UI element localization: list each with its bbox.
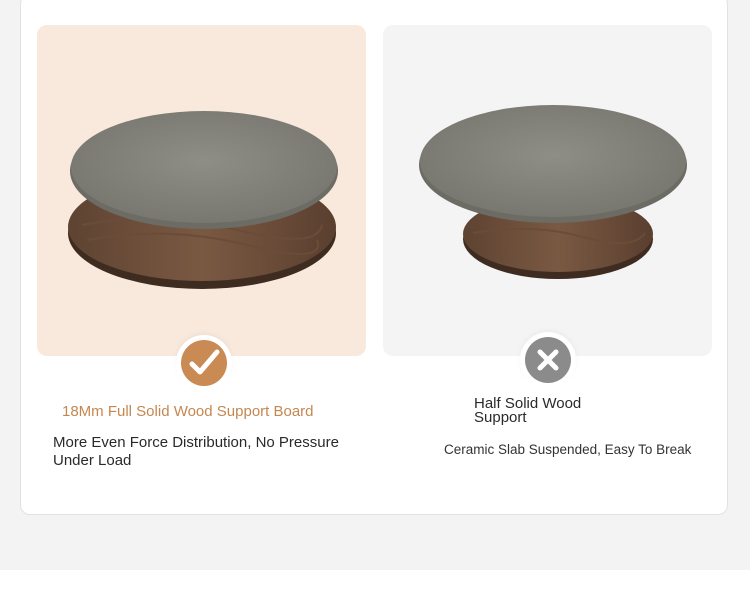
bad-badge	[520, 332, 576, 388]
full-support-description: More Even Force Distribution, No Pressur…	[53, 434, 339, 469]
full-support-title: 18Mm Full Solid Wood Support Board	[62, 403, 314, 420]
full-support-image	[37, 25, 366, 356]
x-icon	[537, 349, 559, 371]
good-badge	[176, 335, 232, 391]
half-support-title: Half Solid Wood Support	[474, 395, 582, 426]
suspended-slab	[420, 105, 686, 217]
check-icon	[189, 349, 220, 375]
ceramic-slab	[71, 111, 337, 223]
half-support-image	[383, 25, 712, 356]
half-support-description: Ceramic Slab Suspended, Easy To Break	[444, 442, 692, 457]
page-footer-band	[0, 570, 750, 596]
